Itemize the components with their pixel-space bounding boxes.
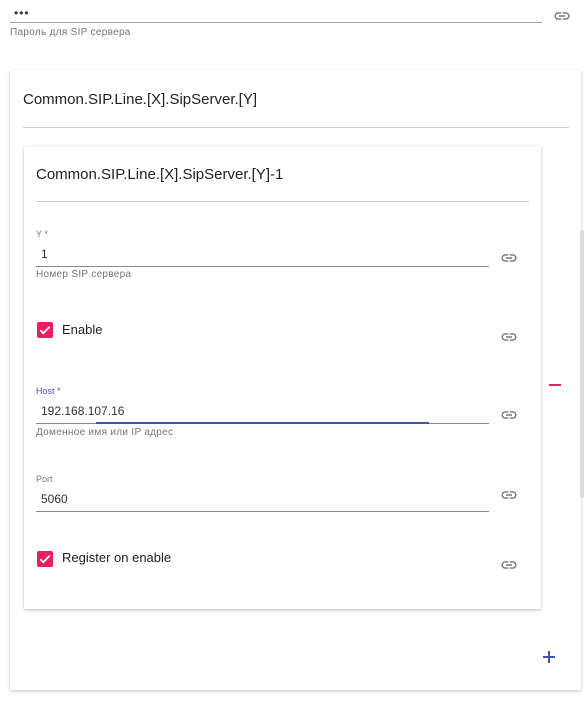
sip-password-field[interactable]: •••	[14, 6, 30, 20]
sipserver-item-title: Common.SIP.Line.[X].SipServer.[Y]-1	[36, 166, 284, 183]
host-field-input[interactable]: 192.168.107.16	[41, 404, 124, 418]
plus-icon	[543, 651, 555, 663]
y-field-underline	[36, 266, 489, 267]
check-icon	[39, 555, 51, 564]
link-icon[interactable]	[552, 6, 572, 26]
sipserver-section-title: Common.SIP.Line.[X].SipServer.[Y]	[23, 91, 258, 108]
link-icon[interactable]	[499, 327, 519, 347]
link-icon[interactable]	[499, 555, 519, 575]
item-divider	[36, 201, 529, 202]
link-icon[interactable]	[499, 405, 519, 425]
port-field-label: Port	[36, 474, 53, 484]
check-icon	[39, 326, 51, 335]
sipserver-item-card	[24, 146, 541, 609]
section-divider	[23, 127, 569, 128]
register-on-enable-checkbox[interactable]	[37, 551, 53, 567]
y-field-hint: Номер SIP сервера	[36, 269, 132, 280]
scrollbar[interactable]	[580, 230, 584, 498]
y-field-label: Y *	[36, 229, 48, 239]
sip-password-hint: Пароль для SIP сервера	[10, 27, 131, 38]
minus-icon	[549, 384, 561, 386]
sip-password-underline	[10, 22, 542, 23]
host-field-hint: Доменное имя или IP адрес	[36, 427, 174, 438]
remove-item-button[interactable]	[546, 380, 564, 390]
add-item-button[interactable]	[540, 648, 558, 666]
port-field-input[interactable]: 5060	[41, 492, 68, 506]
port-field-underline	[36, 511, 489, 512]
enable-checkbox[interactable]	[37, 322, 53, 338]
register-on-enable-label: Register on enable	[62, 550, 172, 565]
link-icon[interactable]	[499, 248, 519, 268]
link-icon[interactable]	[499, 485, 519, 505]
host-field-focus-underline	[96, 422, 429, 424]
host-field-label: Host *	[36, 386, 61, 396]
enable-label: Enable	[62, 322, 103, 337]
y-field-input[interactable]: 1	[41, 247, 48, 261]
